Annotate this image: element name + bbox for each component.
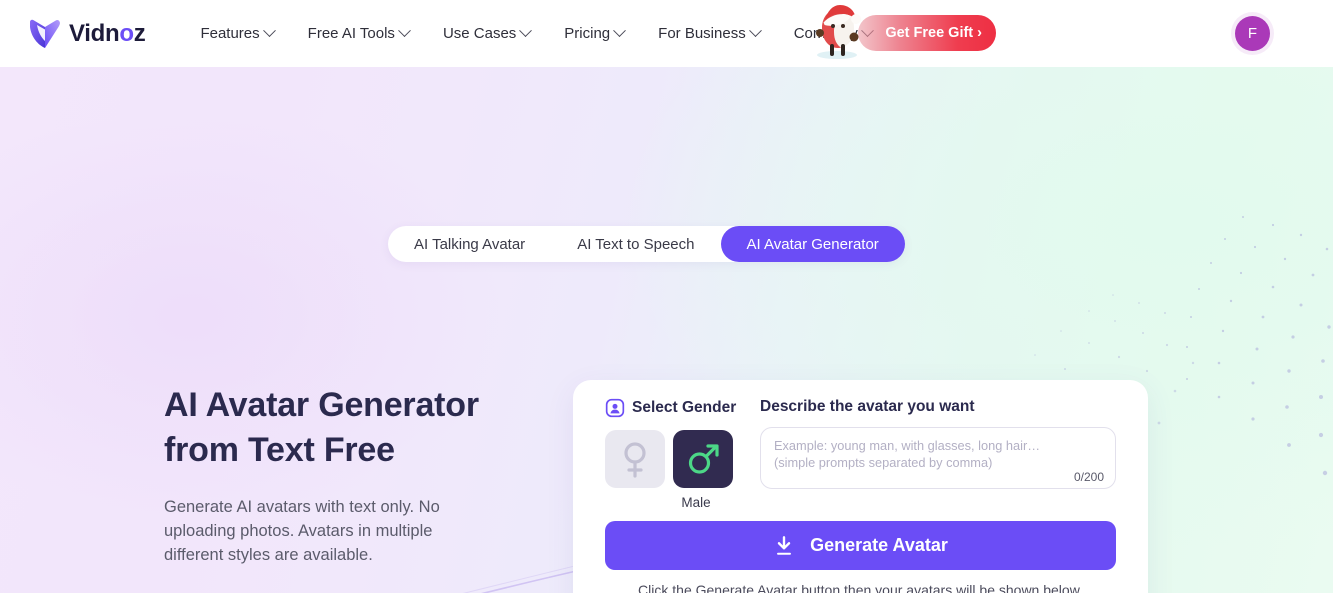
nav-label: Features <box>200 25 260 42</box>
gender-column: Select Gender Male <box>605 398 757 510</box>
describe-column: Describe the avatar you want Example: yo… <box>760 398 1116 510</box>
main-nav: Features Free AI Tools Use Cases Pricing… <box>183 17 888 50</box>
page-title: AI Avatar Generator from Text Free <box>164 383 494 473</box>
avatar-generator-panel: Select Gender Male Describe the avatar y… <box>573 380 1148 593</box>
nav-label: Use Cases <box>442 25 517 42</box>
select-gender-heading: Select Gender <box>605 398 757 418</box>
chevron-down-icon <box>748 24 762 38</box>
gender-option-female[interactable] <box>605 430 665 488</box>
download-icon <box>777 535 792 555</box>
selected-gender-label: Male <box>681 495 711 510</box>
character-counter: 0/200 <box>1073 470 1104 484</box>
chevron-down-icon <box>262 24 276 38</box>
get-free-gift-button[interactable]: Get Free Gift › <box>858 15 996 51</box>
nav-label: Free AI Tools <box>307 25 395 42</box>
nav-item-use-cases[interactable]: Use Cases <box>426 17 547 50</box>
tab-ai-avatar-generator[interactable]: AI Avatar Generator <box>720 226 905 262</box>
describe-heading: Describe the avatar you want <box>760 398 975 415</box>
nav-item-pricing[interactable]: Pricing <box>547 17 641 50</box>
tab-ai-talking-avatar[interactable]: AI Talking Avatar <box>388 226 551 262</box>
logo-text: Vidnoz <box>69 19 146 47</box>
promo-gift-area: Get Free Gift › <box>806 2 1006 62</box>
male-gender-icon <box>688 444 719 474</box>
vidnoz-v-logo-icon <box>30 19 60 48</box>
site-header: Vidnoz Features Free AI Tools Use Cases … <box>0 0 1333 67</box>
chevron-down-icon <box>613 24 627 38</box>
user-badge-icon <box>605 398 625 418</box>
nav-item-for-business[interactable]: For Business <box>641 17 777 50</box>
female-gender-icon <box>624 442 646 478</box>
gender-options <box>605 430 757 488</box>
chevron-down-icon <box>519 24 533 38</box>
prompt-placeholder: Example: young man, with glasses, long h… <box>774 438 1041 470</box>
nav-item-free-ai-tools[interactable]: Free AI Tools <box>291 17 426 50</box>
select-gender-label: Select Gender <box>632 399 737 416</box>
prompt-textarea[interactable]: Example: young man, with glasses, long h… <box>760 427 1116 489</box>
page-title-line1: AI Avatar Generator <box>164 386 479 424</box>
panel-top-row: Select Gender Male Describe the avatar y… <box>573 380 1148 510</box>
nav-label: For Business <box>658 25 746 42</box>
nav-label: Pricing <box>564 25 611 42</box>
generate-hint: Click the Generate Avatar button then yo… <box>638 582 1083 593</box>
hero-section: AI Talking Avatar AI Text to Speech AI A… <box>0 67 1333 593</box>
vidnoz-logo[interactable]: Vidnoz <box>28 17 146 51</box>
hero-copy: AI Avatar Generator from Text Free Gener… <box>164 383 494 567</box>
nav-item-features[interactable]: Features <box>183 17 290 50</box>
avatar-initial: F <box>1247 25 1258 42</box>
generate-avatar-label: Generate Avatar <box>810 535 948 555</box>
page-subtitle: Generate AI avatars with text only. No u… <box>164 498 440 564</box>
chevron-down-icon <box>398 24 411 38</box>
gender-option-male[interactable] <box>673 430 733 488</box>
get-free-gift-label: Get Free Gift › <box>885 25 982 41</box>
mode-tabs: AI Talking Avatar AI Text to Speech AI A… <box>388 226 905 262</box>
page-title-line2: from Text Free <box>164 431 395 469</box>
tab-ai-text-to-speech[interactable]: AI Text to Speech <box>551 226 720 262</box>
user-avatar[interactable]: F <box>1235 16 1270 51</box>
generate-avatar-button[interactable]: Generate Avatar <box>605 521 1116 570</box>
